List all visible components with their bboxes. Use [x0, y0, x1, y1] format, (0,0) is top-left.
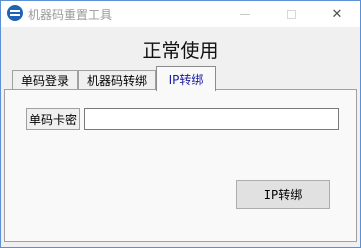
close-icon: ✕	[331, 6, 343, 22]
card-key-input[interactable]	[84, 108, 339, 130]
maximize-icon	[286, 9, 296, 19]
tab-single-code-login[interactable]: 单码登录	[12, 70, 78, 90]
window-title: 机器码重置工具	[28, 8, 113, 22]
tab-bar: 单码登录 机器码转绑 IP转绑	[0, 66, 361, 91]
ip-rebind-button[interactable]: IP转绑	[236, 180, 330, 209]
close-button[interactable]: ✕	[314, 1, 360, 27]
app-icon	[7, 5, 23, 21]
minimize-icon	[240, 13, 250, 15]
status-headline: 正常使用	[142, 40, 219, 62]
tab-machine-code-rebind[interactable]: 机器码转绑	[78, 70, 156, 90]
card-key-label: 单码卡密	[26, 108, 80, 130]
title-bar[interactable]: 机器码重置工具 ✕	[1, 1, 360, 27]
maximize-button[interactable]	[268, 1, 314, 27]
minimize-button[interactable]	[222, 1, 268, 27]
tab-ip-rebind[interactable]: IP转绑	[156, 66, 216, 91]
